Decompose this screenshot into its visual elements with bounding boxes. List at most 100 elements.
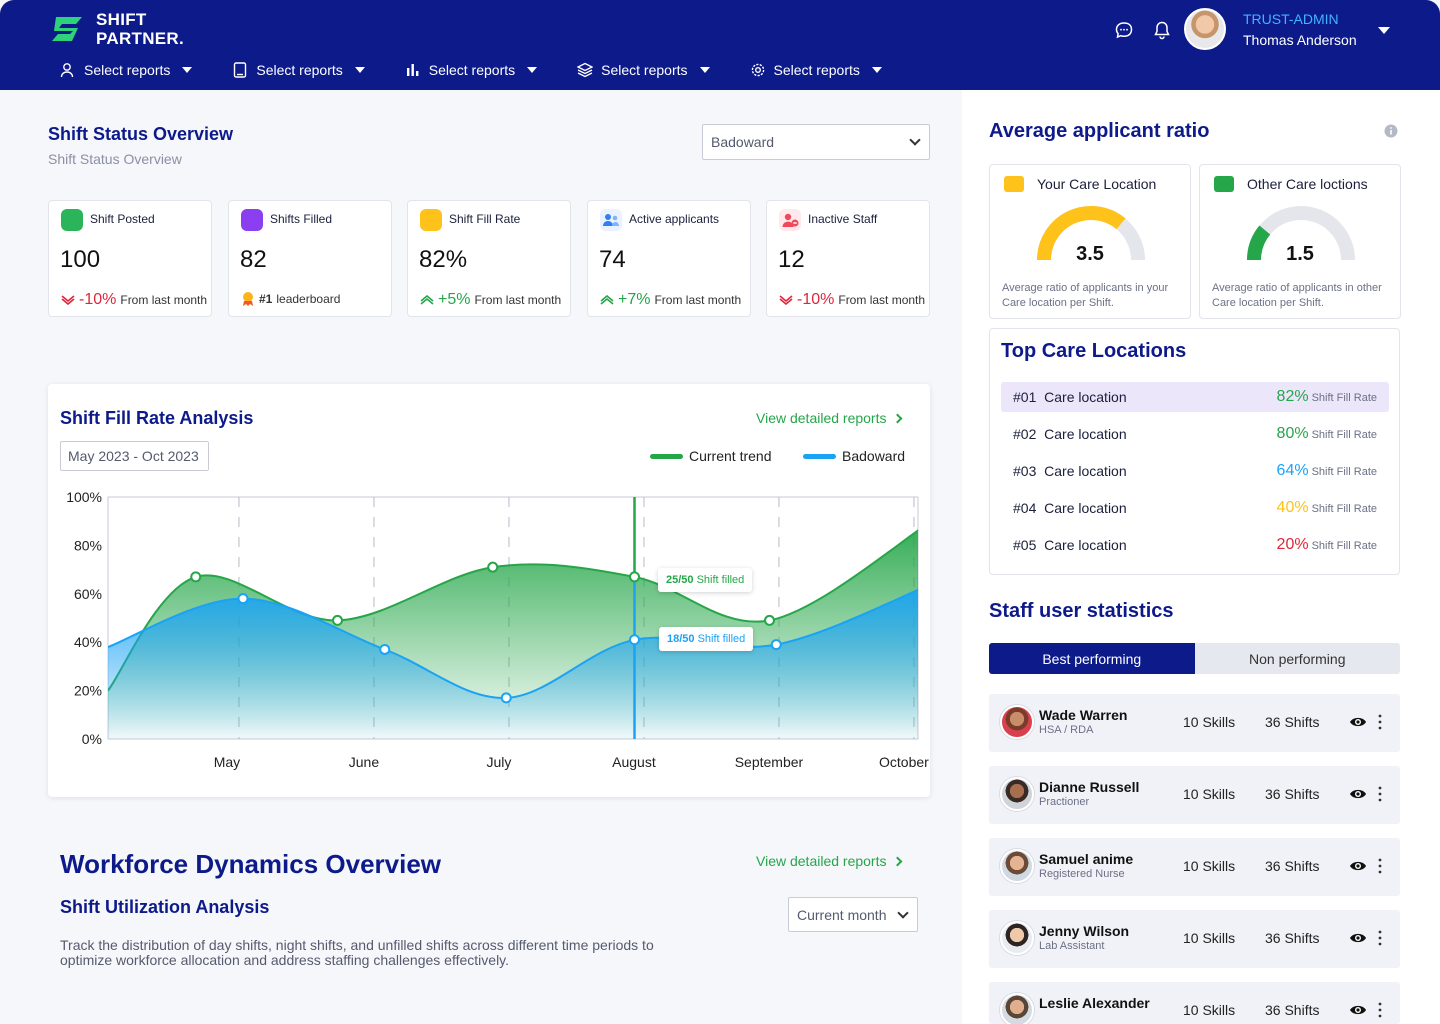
tab-best-performing[interactable]: Best performing [989, 643, 1195, 674]
location-rate: 40% [1276, 499, 1309, 516]
period-select[interactable]: Current month [788, 897, 918, 932]
eye-icon[interactable] [1349, 715, 1367, 729]
date-range-select[interactable]: May 2023 - Oct 2023 [60, 441, 209, 471]
brand-logo[interactable]: SHIFT PARTNER. [48, 10, 184, 48]
trend-down-icon [779, 295, 793, 305]
nav-item-settings[interactable]: Select reports [750, 62, 882, 78]
tab-non-performing[interactable]: Non performing [1194, 643, 1400, 674]
ward-select[interactable]: Badoward [702, 124, 930, 160]
nav-item-devices[interactable]: Select reports [232, 62, 365, 78]
location-row[interactable]: #03 Care location 64% Shift Fill Rate [1001, 456, 1389, 486]
avatar [1000, 849, 1034, 883]
y-tick-label: 80% [74, 537, 102, 553]
view-link-label: View detailed reports [756, 853, 887, 869]
workforce-view-link[interactable]: View detailed reports [756, 853, 903, 869]
data-point-badoward [379, 643, 391, 655]
caret-down-icon [871, 67, 882, 73]
staff-skills: 10 Skills [1183, 714, 1236, 730]
more-options-icon[interactable] [1378, 929, 1382, 947]
y-tick-label: 100% [66, 489, 102, 505]
location-name: Care location [1044, 500, 1127, 516]
more-options-icon[interactable] [1378, 785, 1382, 803]
staff-shifts: 36 Shifts [1265, 714, 1320, 730]
avatar [1000, 777, 1034, 811]
location-row[interactable]: #04 Care location 40% Shift Fill Rate [1001, 493, 1389, 523]
id-card-icon [1214, 176, 1234, 192]
data-point-badoward [770, 639, 782, 651]
staff-shifts: 36 Shifts [1265, 930, 1320, 946]
more-options-icon[interactable] [1378, 1001, 1382, 1019]
stat-foot-text: From last month [474, 293, 562, 307]
info-icon[interactable] [1384, 124, 1398, 138]
location-rate: 20% [1276, 536, 1309, 553]
chat-icon[interactable] [1114, 20, 1134, 40]
stat-value: 74 [599, 246, 626, 273]
tooltip-count: 18/50 [667, 633, 695, 645]
nav-item-users[interactable]: Select reports [60, 62, 193, 78]
view-detailed-reports-link[interactable]: View detailed reports [756, 410, 903, 426]
location-row[interactable]: #02 Care location 80% Shift Fill Rate [1001, 419, 1389, 449]
nav-item-layers[interactable]: Select reports [577, 62, 710, 78]
medal-icon [243, 292, 253, 306]
overview-title: Shift Status Overview [48, 124, 234, 144]
x-tick-label: September [735, 754, 804, 770]
gear-icon [751, 63, 764, 77]
location-row[interactable]: #05 Care location 20% Shift Fill Rate [1001, 530, 1389, 560]
location-name: Care location [1044, 426, 1127, 442]
eye-icon[interactable] [1349, 1003, 1367, 1017]
utilization-subtitle: Shift Utilization Analysis [60, 897, 270, 917]
caret-down-icon [699, 67, 710, 73]
eye-icon[interactable] [1349, 931, 1367, 945]
top-header: SHIFT PARTNER. Select reports Select rep… [0, 0, 1440, 90]
gauge-description: Average ratio of applicants in your Care… [1002, 282, 1169, 309]
staff-row[interactable]: Wade Warren HSA / RDA 10 Skills 36 Shift… [989, 694, 1400, 752]
staff-shifts: 36 Shifts [1265, 1002, 1320, 1018]
eye-icon[interactable] [1349, 787, 1367, 801]
gauge-card-your-location: Your Care Location 3.5 Average ratio of … [989, 164, 1191, 319]
gauge-card-other-locations: Other Care loctions 1.5 Average ratio of… [1199, 164, 1401, 319]
nav-item-charts[interactable]: Select reports [405, 62, 538, 78]
location-rate: 64% [1276, 462, 1309, 479]
staff-row[interactable]: Samuel anime Registered Nurse 10 Skills … [989, 838, 1400, 896]
location-rank: #03 [1013, 463, 1037, 479]
staff-row[interactable]: Dianne Russell Practioner 10 Skills 36 S… [989, 766, 1400, 824]
staff-shifts: 36 Shifts [1265, 858, 1320, 874]
data-point-badoward [629, 634, 640, 646]
nav-label: Select reports [601, 62, 688, 78]
staff-name: Leslie Alexander [1039, 995, 1150, 1011]
legend-swatch-blue [803, 453, 836, 459]
staff-row[interactable]: Leslie Alexander 10 Skills 36 Shifts [989, 982, 1400, 1024]
stat-foot-text: From last month [838, 293, 926, 307]
stat-delta: -10% [79, 291, 117, 308]
data-point-current-trend [487, 561, 499, 573]
staff-skills: 10 Skills [1183, 1002, 1236, 1018]
brand-line-1: SHIFT [96, 10, 147, 29]
gauge-value: 1.5 [1286, 243, 1314, 265]
location-row[interactable]: #01 Care location 82% Shift Fill Rate [1001, 382, 1389, 412]
stat-value: 82 [240, 246, 267, 273]
more-options-icon[interactable] [1378, 713, 1382, 731]
eye-icon[interactable] [1349, 859, 1367, 873]
stat-card-shifts-filled: Shifts Filled 82 #1 leaderboard [228, 200, 392, 317]
stat-card-shift-posted: Shift Posted 100 -10% From last month [48, 200, 212, 317]
legend-swatch-green [650, 453, 683, 459]
applicants-icon [600, 209, 622, 231]
bell-icon[interactable] [1152, 20, 1172, 40]
chevron-right-icon [893, 413, 903, 423]
layers-icon [577, 62, 594, 78]
rate-label: Shift Fill Rate [1311, 466, 1377, 478]
more-options-icon[interactable] [1378, 857, 1382, 875]
data-point-current-trend [332, 614, 343, 626]
location-rate: 82% [1276, 388, 1309, 405]
avatar[interactable] [1184, 8, 1226, 50]
gauge-description: Average ratio of applicants in other Car… [1212, 282, 1382, 309]
staff-row[interactable]: Jenny Wilson Lab Assistant 10 Skills 36 … [989, 910, 1400, 968]
staff-name: Wade Warren [1039, 707, 1128, 723]
stat-delta: +5% [438, 291, 471, 308]
x-tick-label: August [612, 754, 656, 770]
staff-skills: 10 Skills [1183, 786, 1236, 802]
x-tick-label: June [349, 754, 380, 770]
stat-label: Active applicants [629, 212, 720, 226]
user-menu-caret-icon[interactable] [1378, 27, 1390, 34]
y-tick-label: 60% [74, 586, 102, 602]
